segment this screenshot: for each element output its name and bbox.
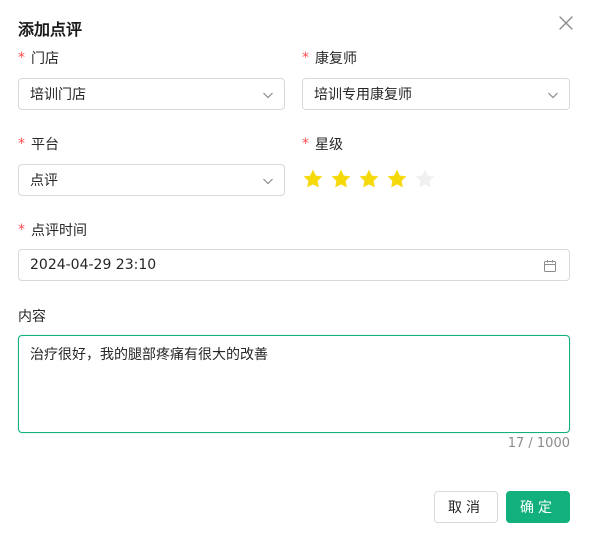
store-label: * 门店 bbox=[18, 48, 59, 68]
review-time-label: * 点评时间 bbox=[18, 220, 87, 240]
platform-select-value: 点评 bbox=[30, 173, 58, 189]
rating-label-text: 星级 bbox=[315, 137, 343, 153]
content-label: 内容 bbox=[18, 306, 46, 326]
platform-label: * 平台 bbox=[18, 134, 59, 154]
therapist-label-text: 康复师 bbox=[315, 51, 357, 67]
star-icon[interactable] bbox=[414, 168, 436, 190]
confirm-button[interactable]: 确定 bbox=[506, 491, 570, 523]
store-label-text: 门店 bbox=[31, 51, 59, 67]
close-icon[interactable] bbox=[556, 13, 576, 33]
required-mark: * bbox=[18, 50, 25, 66]
chevron-down-icon bbox=[263, 178, 273, 185]
platform-label-text: 平台 bbox=[31, 137, 59, 153]
chevron-down-icon bbox=[263, 92, 273, 99]
required-mark: * bbox=[18, 136, 25, 152]
platform-select[interactable]: 点评 bbox=[18, 164, 285, 196]
content-textarea[interactable]: 治疗很好，我的腿部疼痛有很大的改善 bbox=[18, 335, 570, 433]
star-rating bbox=[302, 168, 436, 190]
star-icon[interactable] bbox=[358, 168, 380, 190]
dialog-title: 添加点评 bbox=[18, 20, 83, 39]
review-time-value: 2024-04-29 23:10 bbox=[30, 257, 157, 273]
therapist-select[interactable]: 培训专用康复师 bbox=[302, 78, 570, 110]
store-select-value: 培训门店 bbox=[30, 87, 86, 103]
calendar-icon bbox=[544, 260, 556, 272]
chevron-down-icon bbox=[548, 92, 558, 99]
rating-label: * 星级 bbox=[302, 134, 343, 154]
review-time-picker[interactable]: 2024-04-29 23:10 bbox=[18, 249, 570, 281]
content-label-text: 内容 bbox=[18, 309, 46, 325]
review-time-label-text: 点评时间 bbox=[31, 223, 87, 239]
required-mark: * bbox=[18, 222, 25, 238]
therapist-select-value: 培训专用康复师 bbox=[314, 87, 412, 103]
star-icon[interactable] bbox=[302, 168, 324, 190]
required-mark: * bbox=[302, 50, 309, 66]
store-select[interactable]: 培训门店 bbox=[18, 78, 285, 110]
star-icon[interactable] bbox=[386, 168, 408, 190]
therapist-label: * 康复师 bbox=[302, 48, 357, 68]
cancel-button[interactable]: 取消 bbox=[434, 491, 498, 523]
content-text: 治疗很好，我的腿部疼痛有很大的改善 bbox=[30, 347, 268, 363]
star-icon[interactable] bbox=[330, 168, 352, 190]
required-mark: * bbox=[302, 136, 309, 152]
add-review-dialog: 添加点评 * 门店 培训门店 * 康复师 培训专用康复师 * 平台 点评 * 星… bbox=[0, 0, 591, 540]
character-count: 17 / 1000 bbox=[507, 436, 570, 451]
